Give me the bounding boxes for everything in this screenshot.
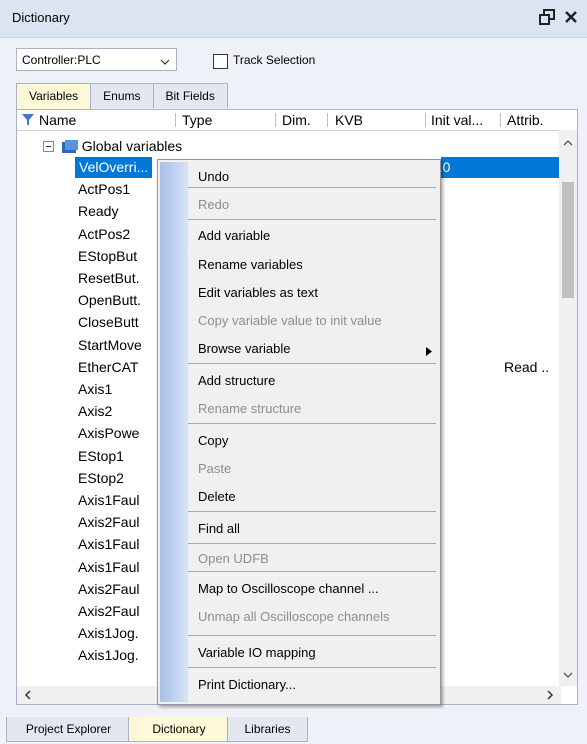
- variable-name: ResetBut.: [78, 270, 140, 286]
- controller-select[interactable]: Controller:PLC: [16, 48, 177, 71]
- menu-item-map-to-oscilloscope[interactable]: Map to Oscilloscope channel ...: [198, 579, 379, 599]
- menu-item-delete[interactable]: Delete: [198, 487, 236, 507]
- column-header-type[interactable]: Type: [182, 112, 212, 128]
- close-icon[interactable]: [561, 6, 581, 28]
- variable-name: Axis2Faul: [78, 580, 140, 597]
- variable-name: EStop2: [78, 469, 124, 486]
- float-window-icon[interactable]: [537, 6, 557, 28]
- menu-separator: [188, 423, 436, 424]
- variable-name: Axis1Faul: [78, 558, 140, 575]
- vertical-scroll-thumb[interactable]: [562, 182, 574, 298]
- menu-item-add-structure[interactable]: Add structure: [198, 371, 275, 391]
- menu-separator: [188, 667, 436, 668]
- scroll-down-icon[interactable]: [559, 668, 577, 682]
- column-header-name[interactable]: Name: [39, 112, 76, 128]
- dictionary-tabs: Variables Enums Bit Fields: [16, 83, 228, 110]
- scroll-right-icon[interactable]: [543, 686, 557, 704]
- variable-name: ActPos2: [78, 225, 131, 242]
- global-variables-icon: [61, 140, 78, 153]
- collapse-icon[interactable]: [43, 141, 54, 152]
- menu-item-rename-structure[interactable]: Rename structure: [198, 399, 301, 419]
- tab-enums[interactable]: Enums: [90, 83, 154, 108]
- menu-item-browse-variable[interactable]: Browse variable: [198, 339, 291, 359]
- menu-item-rename-variables[interactable]: Rename variables: [198, 255, 303, 275]
- bottom-tabs: Project Explorer Dictionary Libraries: [0, 717, 587, 744]
- menu-item-open-udfb[interactable]: Open UDFB: [198, 549, 269, 569]
- context-menu: Undo Redo Add variable Rename variables Edit…: [157, 159, 441, 705]
- chevron-down-icon: [160, 54, 170, 69]
- panel-title: Dictionary: [12, 10, 70, 25]
- variable-name: Axis1Jog.: [78, 625, 139, 642]
- menu-separator: [188, 363, 436, 364]
- variable-name: CloseButt: [78, 314, 139, 331]
- menu-separator: [188, 219, 436, 220]
- tab-variables[interactable]: Variables: [16, 83, 92, 110]
- variable-name: ActPos1: [78, 181, 131, 198]
- variable-name: Ready: [78, 203, 119, 220]
- menu-item-variable-io-mapping[interactable]: Variable IO mapping: [198, 643, 316, 663]
- variable-name: EStop1: [78, 447, 124, 464]
- column-header-dim[interactable]: Dim.: [282, 112, 311, 128]
- variable-name: Axis2: [78, 403, 113, 420]
- variable-attrib: Read ..: [504, 358, 550, 375]
- filter-icon[interactable]: [21, 113, 35, 130]
- variable-name: Axis2Faul: [78, 514, 140, 531]
- variable-name: AxisPowe: [78, 425, 140, 442]
- menu-item-add-variable[interactable]: Add variable: [198, 226, 270, 246]
- menu-item-find-all[interactable]: Find all: [198, 519, 240, 539]
- menu-separator: [188, 511, 436, 512]
- controller-select-value: Controller:PLC: [22, 53, 101, 67]
- column-header-attrib[interactable]: Attrib.: [507, 112, 544, 128]
- tab-project-explorer[interactable]: Project Explorer: [6, 717, 131, 742]
- variable-name: Axis2Faul: [78, 603, 140, 619]
- menu-item-unmap-oscilloscope[interactable]: Unmap all Oscilloscope channels: [198, 607, 389, 627]
- menu-separator: [188, 571, 436, 572]
- tab-bit-fields[interactable]: Bit Fields: [152, 83, 228, 108]
- variable-name: StartMove: [78, 336, 142, 353]
- scroll-up-icon[interactable]: [559, 136, 577, 150]
- variable-name: Axis1Faul: [78, 536, 140, 553]
- menu-item-copy[interactable]: Copy: [198, 431, 228, 451]
- selection-highlight: [441, 157, 561, 178]
- menu-item-print-dictionary[interactable]: Print Dictionary...: [198, 675, 296, 695]
- grid-header: Name Type Dim. KVB Init val... Attrib.: [17, 110, 577, 131]
- menu-separator: [188, 635, 436, 636]
- variable-name: VelOverri...: [75, 157, 153, 178]
- scroll-left-icon[interactable]: [21, 686, 35, 704]
- dictionary-toolbar: Controller:PLC Track Selection: [0, 38, 587, 84]
- menu-item-undo[interactable]: Undo: [198, 167, 229, 187]
- vertical-scrollbar[interactable]: [559, 130, 577, 686]
- column-header-init-value[interactable]: Init val...: [431, 112, 483, 128]
- variable-name: OpenButt.: [78, 292, 142, 309]
- menu-item-edit-variables-as-text[interactable]: Edit variables as text: [198, 283, 318, 303]
- variable-name: Axis1Jog.: [78, 647, 139, 664]
- menu-item-redo[interactable]: Redo: [198, 195, 229, 215]
- variable-name: EtherCAT: [78, 358, 139, 375]
- column-header-kvb[interactable]: KVB: [335, 112, 363, 128]
- track-selection-checkbox[interactable]: [213, 54, 228, 69]
- tab-libraries[interactable]: Libraries: [227, 717, 308, 742]
- variable-name: EStopBut: [78, 247, 138, 264]
- submenu-arrow-icon: [426, 344, 432, 359]
- tree-group-global[interactable]: Global variables: [43, 136, 182, 157]
- menu-separator: [188, 187, 436, 188]
- variable-name: Axis1Faul: [78, 492, 140, 508]
- menu-separator: [188, 543, 436, 544]
- tab-dictionary[interactable]: Dictionary: [128, 717, 230, 742]
- tree-group-label: Global variables: [81, 138, 183, 154]
- menu-item-paste[interactable]: Paste: [198, 459, 231, 479]
- menu-gutter: [160, 162, 188, 702]
- variable-name: Axis1: [78, 381, 113, 397]
- panel-titlebar: Dictionary: [0, 0, 587, 38]
- menu-item-copy-value-to-init[interactable]: Copy variable value to init value: [198, 311, 382, 331]
- track-selection-label: Track Selection: [233, 53, 316, 67]
